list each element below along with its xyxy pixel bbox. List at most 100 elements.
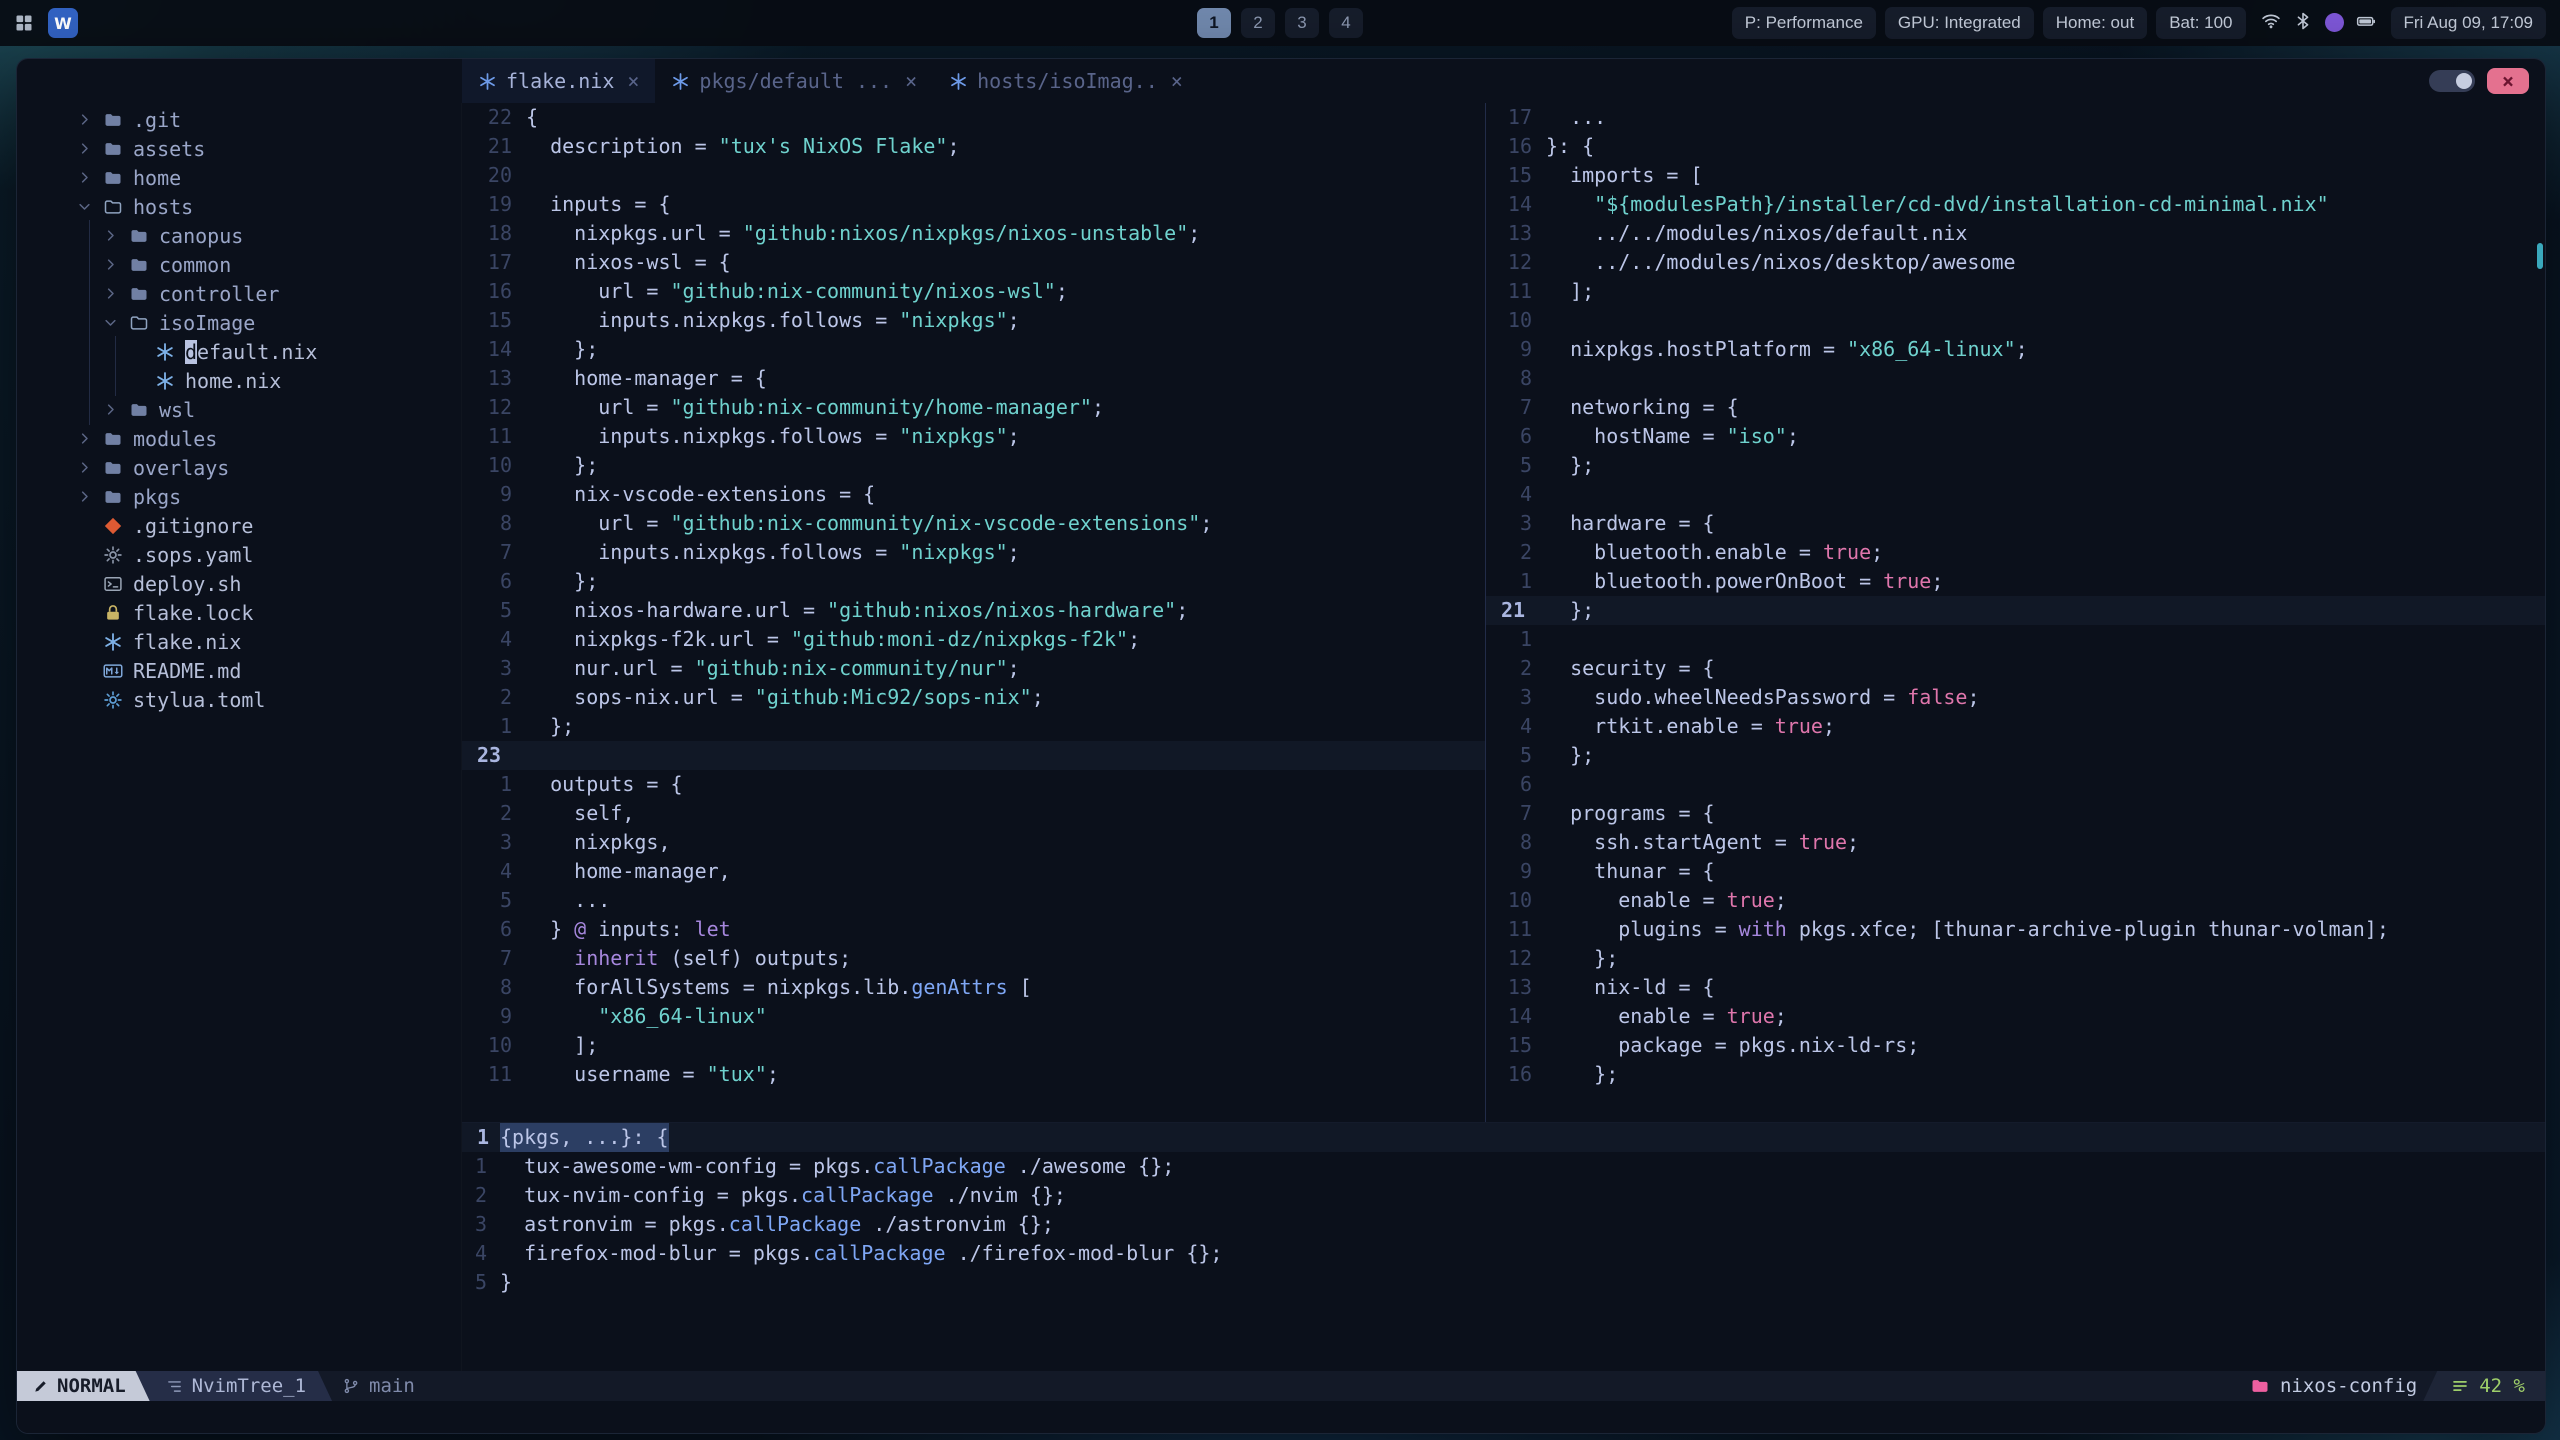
code-line: 9 thunar = { [1519,859,1715,883]
status-icons [2255,11,2382,35]
system-module: P: Performance [1731,7,1876,39]
bufferline: flake.nix × pkgs/default ... × hosts/isoImag… [17,59,2545,103]
tree-item-home[interactable]: home [17,163,461,192]
progress-label: 42 % [2479,1375,2525,1397]
workspace-button-4[interactable]: 4 [1329,8,1363,38]
cmdline [17,1401,2545,1433]
tree-item-modules[interactable]: modules [17,424,461,453]
tree-item-label: .sops.yaml [133,542,254,567]
workspace-switcher: 1234 [1197,8,1363,38]
tree-item-label: canopus [159,223,244,248]
chevron-right-icon [103,402,129,417]
code-line: 4 nixpkgs-f2k.url = "github:moni-dz/nixp… [499,627,1141,651]
tree-item-label: common [159,252,232,277]
folder-icon [129,226,149,246]
gear-icon [103,690,123,710]
tree-item-.gitignore[interactable]: .gitignore [17,511,461,540]
bluetooth-icon [2293,11,2313,35]
folder-icon [103,429,123,449]
code-line: 12 ../../modules/nixos/desktop/awesome [1507,250,2016,274]
code-line: 4 home-manager, [499,859,731,883]
tree-item-label: .gitignore [133,513,254,538]
tree-item-.sops.yaml[interactable]: .sops.yaml [17,540,461,569]
file-tree[interactable]: .git assets home hosts canopus common controll… [17,103,462,1371]
chevron-right-icon [77,460,103,475]
code-line: 8 url = "github:nix-community/nix-vscode… [499,511,1213,535]
tree-item-common[interactable]: common [17,249,461,280]
tree-item-flake.lock[interactable]: flake.lock [17,598,461,627]
wm-logo-icon[interactable]: W [48,8,78,38]
code-line: 13 home-manager = { [487,366,767,390]
chevron-right-icon [103,257,129,272]
code-line: 14 enable = true; [1507,1004,1787,1028]
tree-item-canopus[interactable]: canopus [17,220,461,251]
tree-item-wsl[interactable]: wsl [17,394,461,425]
code-line: 2 tux-nvim-config = pkgs.callPackage ./n… [474,1183,1066,1207]
tree-item-deploy.sh[interactable]: deploy.sh [17,569,461,598]
tree-item-label: overlays [133,455,230,480]
app-launcher-icon[interactable] [14,13,34,33]
code-line: 5 }; [1519,743,1595,767]
code-line: 10 [1507,308,1532,332]
code-line: 2 security = { [1519,656,1715,680]
tab-pkgs/default ...[interactable]: pkgs/default ... × [655,59,933,103]
code-line: 6 [1519,772,1532,796]
workspace-button-3[interactable]: 3 [1285,8,1319,38]
mode-indicator: NORMAL [17,1371,150,1401]
tab-flake.nix[interactable]: flake.nix × [462,59,656,103]
tree-item-README.md[interactable]: README.md [17,656,461,685]
editor-pane-pkgs[interactable]: 1 {pkgs, ...}: {1 tux-awesome-wm-config =… [462,1123,2545,1371]
system-module: Home: out [2042,7,2148,39]
editor-pane-flake[interactable]: 22{21 description = "tux's NixOS Flake";… [462,103,1486,1122]
workspace-button-1[interactable]: 1 [1197,8,1231,38]
code-line: 14 }; [487,337,599,361]
code-line: 17 ... [1507,105,1607,129]
tree-item-assets[interactable]: assets [17,134,461,163]
code-line: 5 nixos-hardware.url = "github:nixos/nix… [499,598,1189,622]
tree-item-overlays[interactable]: overlays [17,453,461,482]
code-line: 5} [474,1270,513,1294]
close-icon[interactable]: × [1171,69,1183,93]
tab-hosts/isoImag..[interactable]: hosts/isoImag.. × [933,59,1199,103]
tree-item-hosts[interactable]: hosts [17,192,461,221]
close-icon[interactable]: × [627,69,639,93]
workspace-button-2[interactable]: 2 [1241,8,1275,38]
tree-item-label: home.nix [185,368,282,393]
close-icon[interactable]: × [905,69,917,93]
editor-pane-iso[interactable]: 17 ... 16}: {15 imports = [14 "${modulesP… [1486,103,2545,1122]
folder-icon [2250,1376,2270,1396]
nix-icon [155,342,175,362]
code-line: 23 [462,741,1485,770]
code-line: 1 tux-awesome-wm-config = pkgs.callPacka… [474,1154,1175,1178]
buffer-name: NvimTree_1 [136,1371,332,1401]
bar-right-cluster: P: Performance GPU: Integrated Home: out Ba… [1731,7,2546,39]
code-line: 4 firefox-mod-blur = pkgs.callPackage ./… [474,1241,1223,1265]
editor-main: .git assets home hosts canopus common controll… [17,103,2545,1371]
code-line: 3 sudo.wheelNeedsPassword = false; [1519,685,1980,709]
folder-icon [103,458,123,478]
tree-item-home.nix[interactable]: home.nix [17,365,461,396]
tree-item-stylua.toml[interactable]: stylua.toml [17,685,461,714]
code-line: 2 bluetooth.enable = true; [1519,540,1884,564]
tree-item-label: deploy.sh [133,571,242,596]
tree-item-isoImage[interactable]: isoImage [17,307,461,338]
git-branch: main [342,1371,415,1401]
tree-item-default.nix[interactable]: default.nix [17,336,461,367]
window-close-button[interactable]: × [2487,68,2529,94]
top-split-row: 22{21 description = "tux's NixOS Flake";… [462,103,2545,1123]
buffer-label: NvimTree_1 [191,1375,307,1397]
tree-item-.git[interactable]: .git [17,105,461,134]
bar-left-cluster: W [14,8,78,38]
tree-item-flake.nix[interactable]: flake.nix [17,627,461,656]
scrollbar-thumb[interactable] [2537,243,2543,269]
tree-item-label: default.nix [185,339,318,364]
pencil-icon [33,1378,49,1394]
tree-item-pkgs[interactable]: pkgs [17,482,461,511]
code-line: 11 ]; [1507,279,1595,303]
code-line: 9 "x86_64-linux" [499,1004,767,1028]
code-line: 11 username = "tux"; [487,1062,779,1086]
window-toggle-button[interactable] [2429,70,2475,92]
tree-item-label: pkgs [133,484,182,509]
tree-item-controller[interactable]: controller [17,278,461,309]
nix-icon [949,72,968,91]
